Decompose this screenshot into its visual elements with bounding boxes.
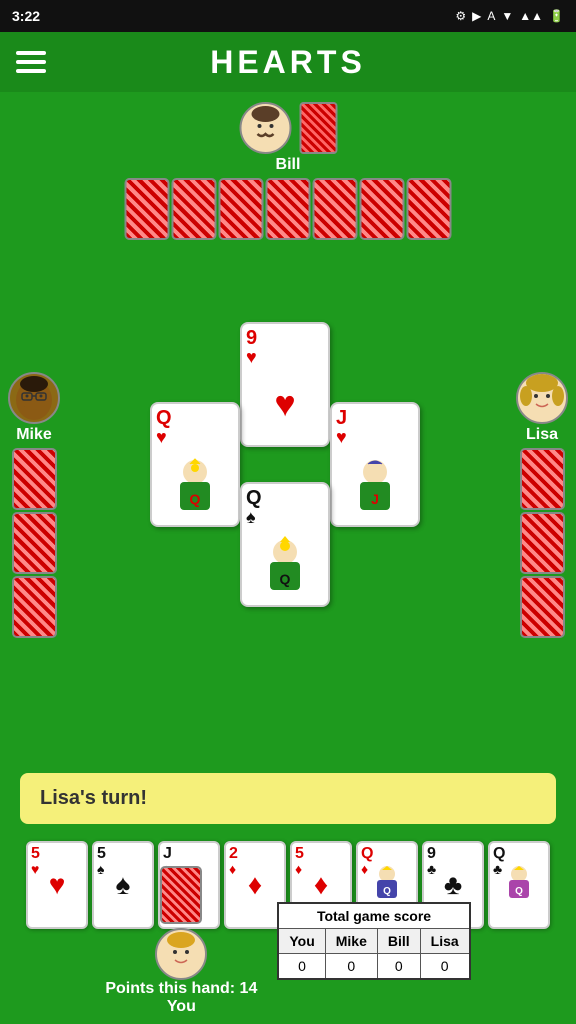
lisa-card-1 — [520, 448, 565, 510]
menu-button[interactable] — [16, 46, 46, 78]
bill-name: Bill — [276, 156, 301, 174]
card-rank: 5 — [97, 846, 149, 862]
mike-hand — [12, 448, 57, 638]
card-suit: ♥ — [246, 348, 324, 366]
you-card-back — [160, 866, 202, 924]
score-lisa: 0 — [420, 954, 470, 980]
score-mike: 0 — [325, 954, 377, 980]
bill-hand — [125, 178, 452, 240]
score-header-mike: Mike — [325, 929, 377, 954]
card-rank: J — [163, 846, 215, 862]
bill-card-7 — [407, 178, 452, 240]
battery-icon: 🔋 — [549, 9, 564, 23]
bill-card-3 — [219, 178, 264, 240]
status-time: 3:22 — [12, 8, 40, 24]
card-rank: Q — [493, 846, 545, 862]
card-rank: 5 — [295, 846, 347, 862]
bill-card-4 — [266, 178, 311, 240]
svg-text:J: J — [371, 491, 379, 507]
center-card-bottom: Q ♠ Q — [240, 482, 330, 607]
card-suit: ♥ — [336, 428, 414, 446]
score-table-title-row: Total game score — [278, 903, 469, 929]
status-bar: 3:22 ⚙ ▶ A ▼ ▲▲ 🔋 — [0, 0, 576, 32]
card-rank: 5 — [31, 846, 83, 862]
card-rank: Q — [156, 408, 234, 428]
card-rank: J — [336, 408, 414, 428]
center-card-right: J ♥ J — [330, 402, 420, 527]
card-suit: ♥ — [156, 428, 234, 446]
mike-avatar — [8, 372, 60, 424]
card-figure: J — [336, 446, 414, 521]
score-table-values-row: 0 0 0 0 — [278, 954, 469, 980]
score-table-header-row: You Mike Bill Lisa — [278, 929, 469, 954]
score-bill: 0 — [377, 954, 420, 980]
lisa-card-3 — [520, 576, 565, 638]
bill-card-1 — [125, 178, 170, 240]
card-figure: ♥ — [246, 366, 324, 441]
mike-card-1 — [12, 448, 57, 510]
mike-player-area: Mike — [8, 372, 60, 638]
card-rank: 2 — [229, 846, 281, 862]
a-icon: A — [487, 9, 495, 23]
bill-card-2 — [172, 178, 217, 240]
lisa-name: Lisa — [526, 426, 558, 444]
lisa-player-area: Lisa — [516, 372, 568, 638]
status-icons: ⚙ ▶ A ▼ ▲▲ 🔋 — [455, 9, 564, 23]
play-icon: ▶ — [472, 9, 481, 23]
card-rank: 9 — [246, 328, 324, 348]
header: HEARTS — [0, 32, 576, 92]
status-text: Lisa's turn! — [40, 787, 147, 809]
card-rank: Q — [246, 488, 324, 508]
lisa-hand — [520, 448, 565, 638]
bill-avatar-area — [239, 102, 337, 154]
card-figure: Q — [156, 446, 234, 521]
bill-card-6 — [360, 178, 405, 240]
status-message: Lisa's turn! — [20, 773, 556, 824]
signal-icon: ▲▲ — [519, 9, 543, 23]
mike-card-2 — [12, 512, 57, 574]
center-card-top: 9 ♥ ♥ — [240, 322, 330, 447]
game-area: Bill — [0, 92, 576, 1024]
bill-card-5 — [313, 178, 358, 240]
you-bottom-info: Points this hand: 14 You — [105, 866, 257, 1016]
svg-text:Q: Q — [190, 491, 201, 507]
score-header-lisa: Lisa — [420, 929, 470, 954]
bill-card-indicator — [299, 102, 337, 154]
svg-text:Q: Q — [280, 571, 291, 587]
you-label: You — [167, 998, 196, 1016]
lisa-card-2 — [520, 512, 565, 574]
mike-card-3 — [12, 576, 57, 638]
score-table: Total game score You Mike Bill Lisa 0 0 … — [277, 902, 470, 980]
app-title: HEARTS — [210, 44, 366, 81]
lisa-avatar — [516, 372, 568, 424]
mike-name: Mike — [16, 426, 52, 444]
score-header-you: You — [278, 929, 325, 954]
bill-avatar — [239, 102, 291, 154]
you-avatar — [155, 928, 207, 980]
wifi-icon: ▼ — [501, 9, 513, 23]
points-this-hand: Points this hand: 14 — [105, 980, 257, 998]
card-rank: 9 — [427, 846, 479, 862]
card-figure: Q — [246, 526, 324, 601]
bill-player-area: Bill — [125, 102, 452, 240]
settings-icon: ⚙ — [455, 9, 466, 23]
center-card-left: Q ♥ Q — [150, 402, 240, 527]
score-header-bill: Bill — [377, 929, 420, 954]
card-suit: ♠ — [246, 508, 324, 526]
score-table-title: Total game score — [278, 903, 469, 929]
score-table-container: Total game score You Mike Bill Lisa 0 0 … — [277, 902, 470, 980]
score-you: 0 — [278, 954, 325, 980]
card-rank: Q — [361, 846, 413, 862]
bottom-info: Points this hand: 14 You Total game scor… — [0, 866, 576, 1016]
